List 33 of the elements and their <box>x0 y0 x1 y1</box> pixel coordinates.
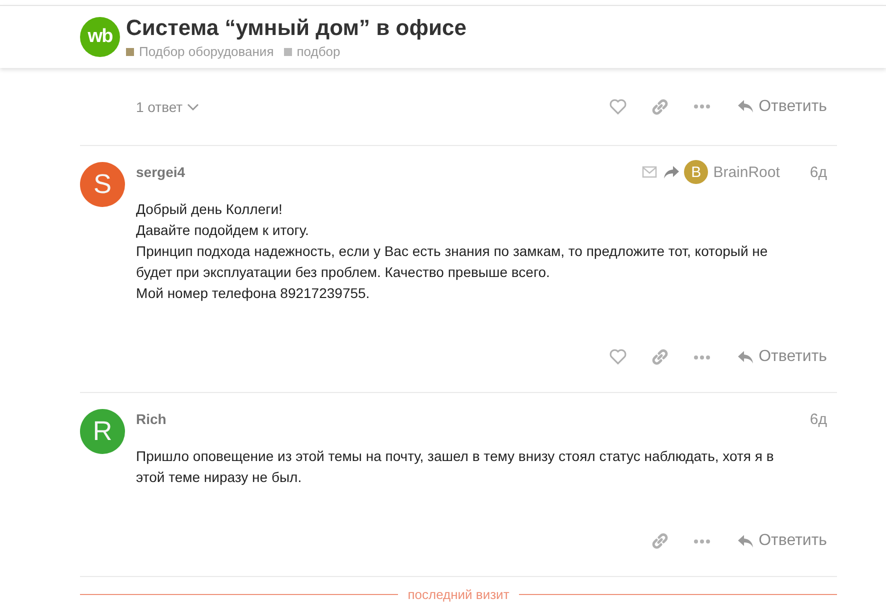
category-link[interactable]: Подбор оборудования <box>126 44 274 59</box>
heart-icon <box>608 348 627 366</box>
chevron-down-icon <box>186 102 199 110</box>
link-icon <box>650 348 669 366</box>
post-text: Добрый день Коллеги! Давайте подойдем к итогу. Принцип подхода надежность, если у Вас есть знания по замкам, то предложите тот, который не будет при эксплуатации без проблем. Качество превыше всего. Мой номер телефона 89217239755. <box>136 200 769 303</box>
post-age[interactable]: 6д <box>810 164 827 180</box>
category-link[interactable]: подбор <box>284 44 340 59</box>
topic-title[interactable]: Система “умный дом” в офисе <box>126 14 466 42</box>
reply-button[interactable]: Ответить <box>724 342 827 372</box>
reply-icon <box>736 534 754 548</box>
share-arrow-icon <box>663 165 680 179</box>
avatar[interactable]: R <box>80 409 125 454</box>
post-text: Пришло оповещение из этой темы на почту, зашел в тему внизу стоял статус наблюдать, хотя я в этой теме ниразу не был. <box>136 447 775 487</box>
reply-button[interactable]: Ответить <box>724 92 827 122</box>
ellipsis-icon <box>692 538 711 544</box>
ellipsis-icon <box>692 354 711 360</box>
reply-icon <box>736 99 754 114</box>
link-icon <box>650 532 669 550</box>
last-visit-label: последний визит <box>406 587 510 602</box>
heart-icon <box>608 98 627 116</box>
reply-to-link[interactable]: B BrainRoot <box>663 160 780 184</box>
author-name[interactable]: Rich <box>136 411 166 427</box>
reply-to-name[interactable]: BrainRoot <box>713 164 780 180</box>
reply-button[interactable]: Ответить <box>724 526 827 556</box>
avatar[interactable]: S <box>80 162 125 207</box>
replies-toggle[interactable]: 1 ответ <box>136 92 199 120</box>
post-age[interactable]: 6д <box>810 410 827 428</box>
site-logo[interactable]: wb <box>80 16 120 56</box>
author-name[interactable]: sergei4 <box>136 164 186 180</box>
link-icon <box>650 98 669 116</box>
avatar[interactable]: B <box>684 160 708 184</box>
ellipsis-icon <box>692 104 711 109</box>
reply-icon <box>736 350 754 364</box>
